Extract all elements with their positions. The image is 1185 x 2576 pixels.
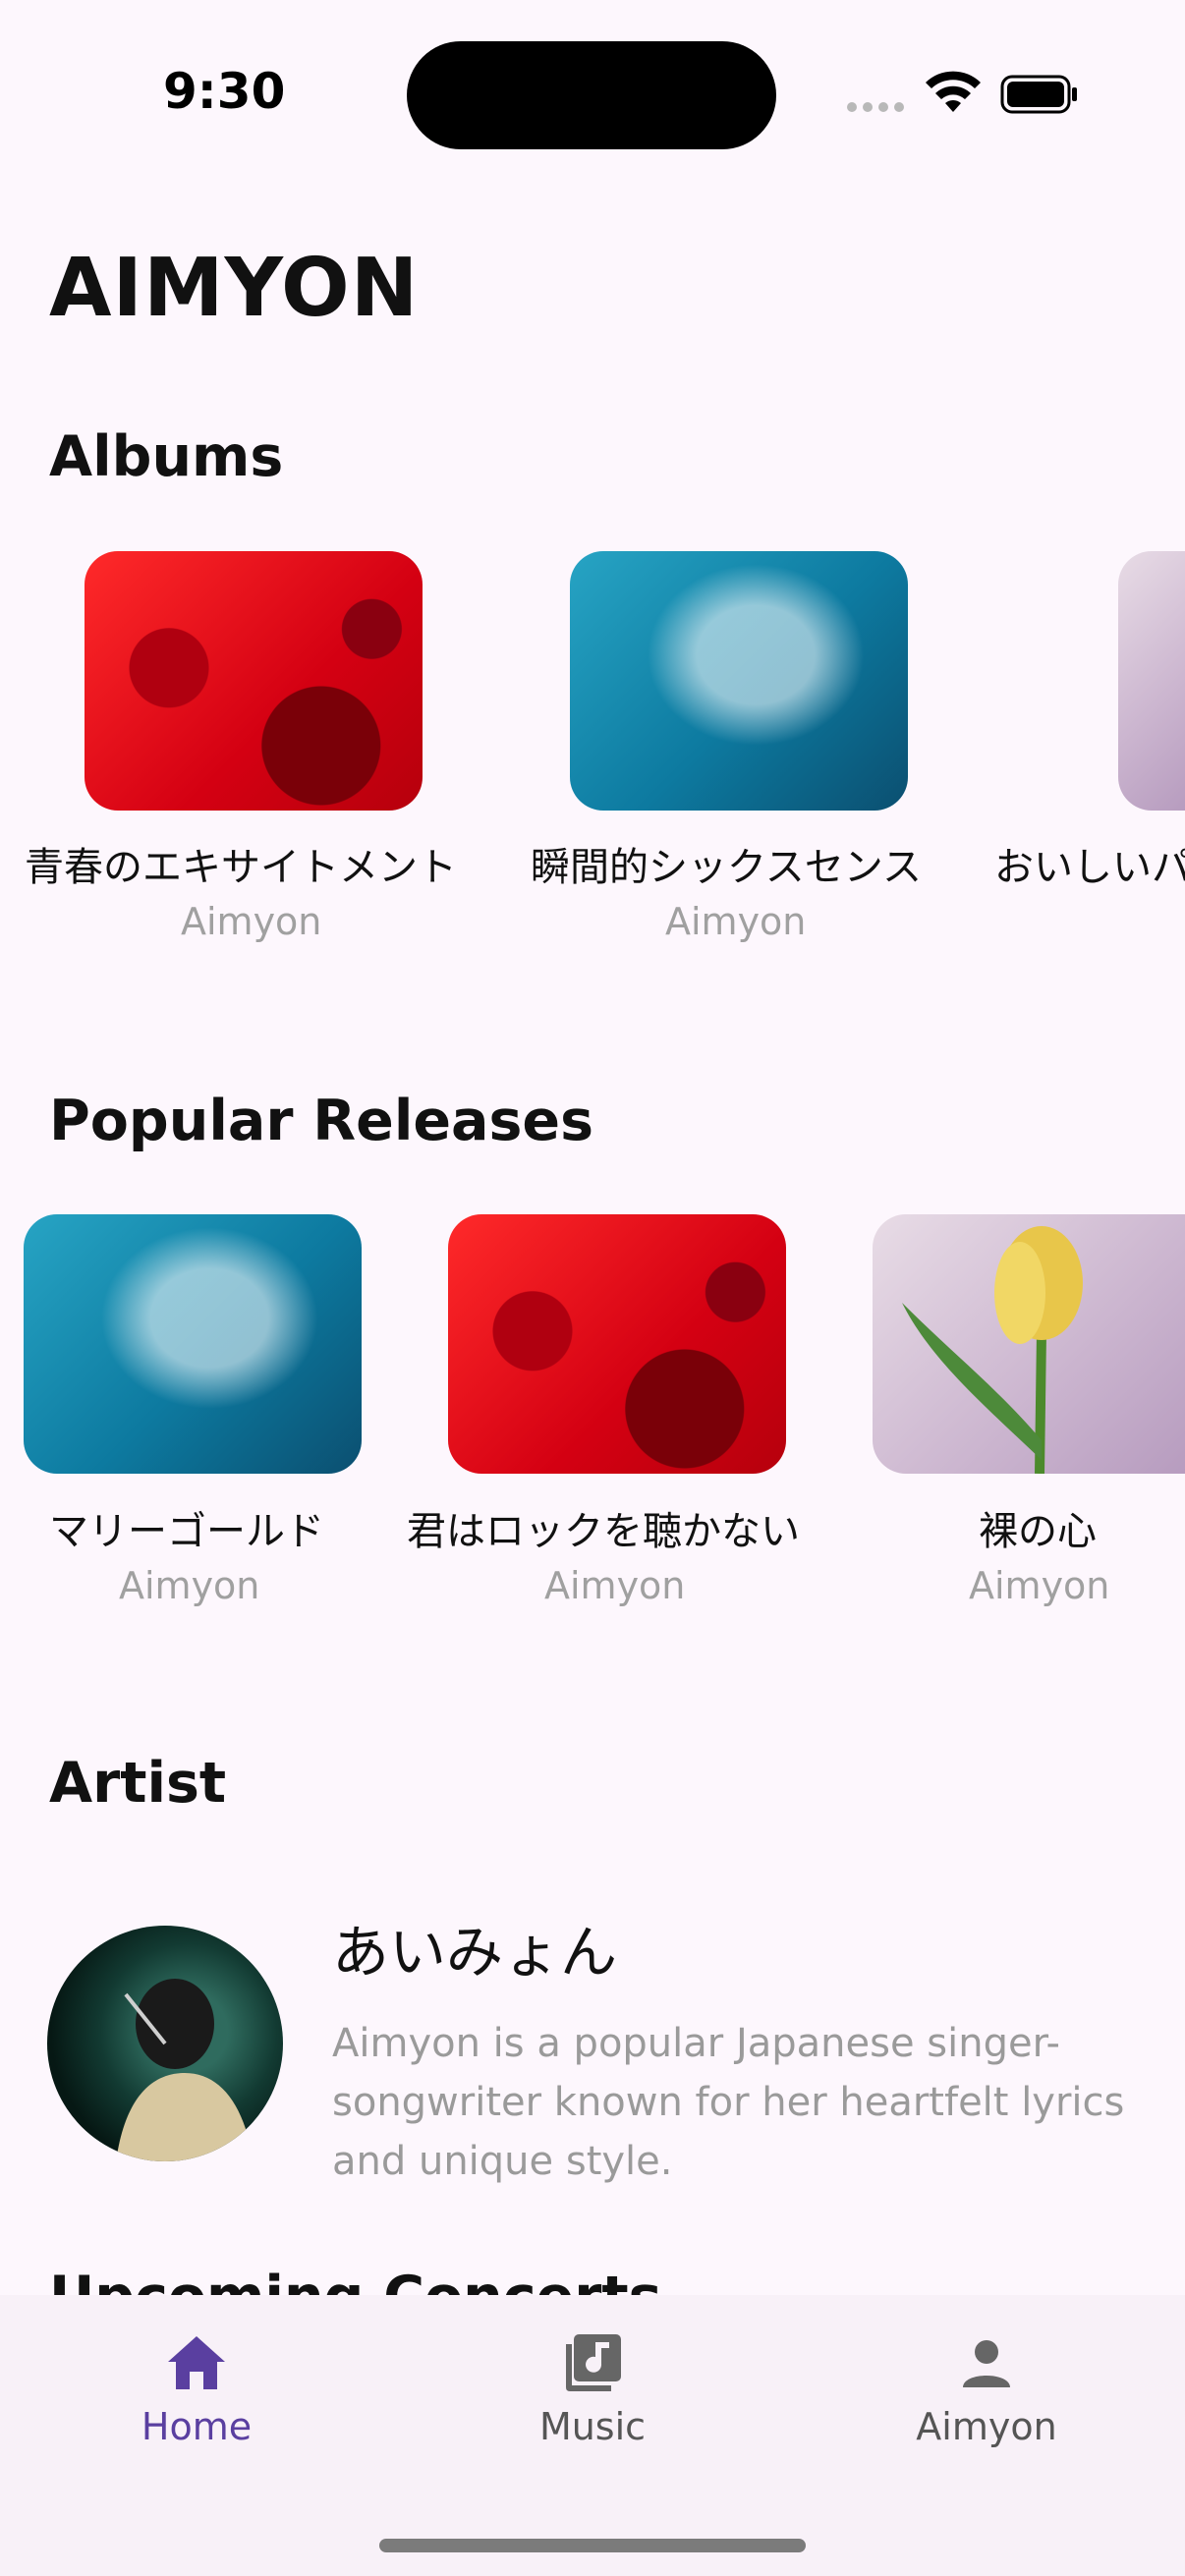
artist-description: Aimyon is a popular Japanese singer-song… — [332, 2021, 1125, 2184]
album-artist: Aimyon — [181, 900, 322, 943]
person-icon — [963, 2340, 1010, 2387]
nav-home-label: Home — [141, 2405, 253, 2448]
album-title: 瞬間的シックスセンス — [531, 845, 922, 890]
albums-heading: Albums — [49, 424, 284, 489]
album-cover — [1118, 551, 1185, 811]
artist-heading: Artist — [49, 1751, 227, 1816]
cellular-signal-icon — [847, 102, 904, 112]
album-cover — [85, 551, 423, 811]
status-bar: 9:30 — [0, 0, 1185, 177]
release-title: マリーゴールド — [49, 1509, 324, 1554]
release-cover — [873, 1214, 1185, 1474]
artist-name: あいみょん — [332, 1919, 618, 1986]
popular-releases-heading: Popular Releases — [49, 1089, 593, 1153]
nav-profile[interactable]: Aimyon — [888, 2330, 1085, 2448]
release-artist: Aimyon — [119, 1564, 260, 1607]
artist-photo — [116, 1979, 254, 2161]
wifi-icon — [926, 71, 981, 112]
bottom-navigation: Home Music Aimyon — [0, 2295, 1185, 2576]
tulip-illustration — [902, 1226, 1083, 1474]
album-title: おいしいパ — [994, 845, 1185, 890]
album-artist: Aimyon — [665, 900, 807, 943]
dynamic-island — [407, 41, 776, 149]
nav-profile-label: Aimyon — [916, 2405, 1057, 2448]
release-title: 君はロックを聴かない — [407, 1509, 800, 1554]
nav-music-label: Music — [538, 2405, 647, 2448]
album-cover — [570, 551, 908, 811]
release-title: 裸の心 — [979, 1509, 1097, 1554]
artist-avatar — [47, 1926, 283, 2161]
release-cover — [448, 1214, 786, 1474]
release-artist: Aimyon — [969, 1564, 1110, 1607]
nav-music[interactable]: Music — [494, 2330, 691, 2448]
nav-home[interactable]: Home — [98, 2330, 295, 2448]
album-title: 青春のエキサイトメント — [25, 845, 457, 890]
app-title: AIMYON — [49, 242, 420, 335]
music-library-icon — [566, 2334, 621, 2391]
status-time: 9:30 — [163, 63, 286, 120]
home-icon — [168, 2336, 225, 2389]
battery-icon — [1000, 75, 1077, 114]
release-artist: Aimyon — [544, 1564, 686, 1607]
release-cover — [24, 1214, 362, 1474]
home-indicator[interactable] — [379, 2539, 806, 2552]
